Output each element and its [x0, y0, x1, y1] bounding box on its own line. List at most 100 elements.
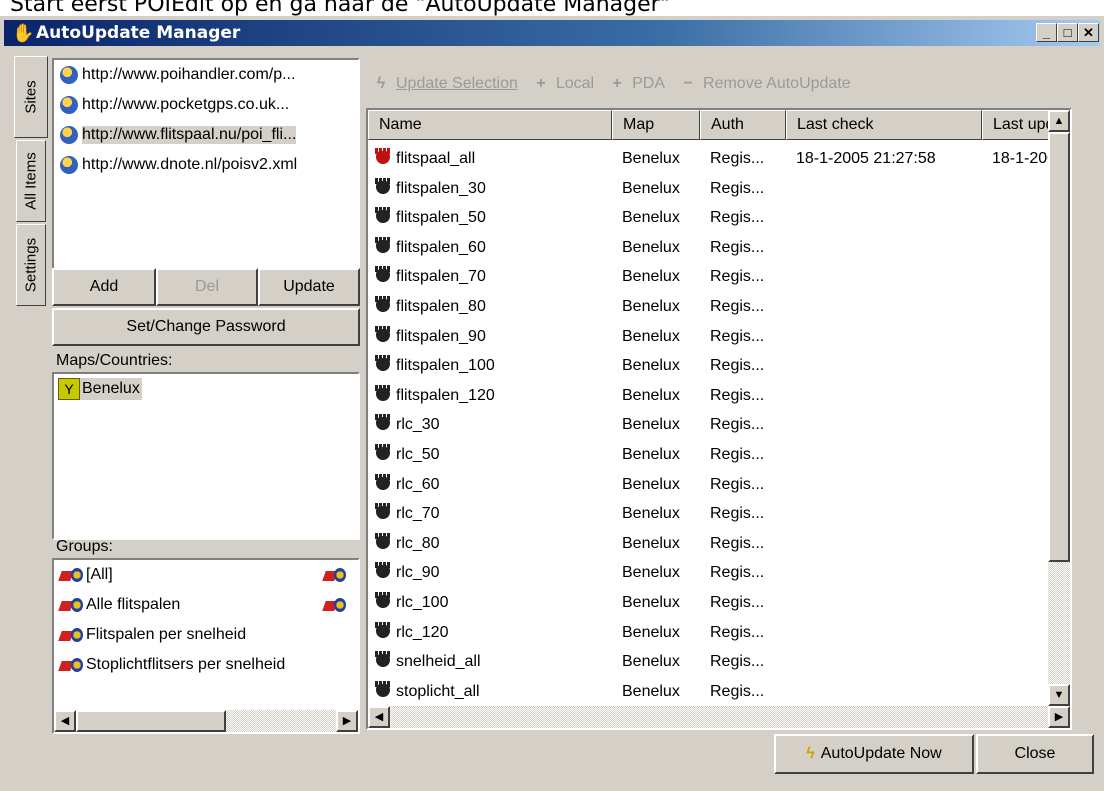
cell-name: flitspalen_100	[374, 351, 612, 381]
site-item[interactable]: http://www.poihandler.com/p...	[54, 60, 358, 90]
group-icon	[60, 596, 84, 614]
set-password-button[interactable]: Set/Change Password	[52, 308, 360, 346]
cell-name: rlc_70	[374, 499, 612, 529]
group-item[interactable]: Stoplichtflitsers per snelheid	[54, 650, 358, 680]
close-button[interactable]: Close	[976, 734, 1094, 774]
hand-icon	[374, 680, 392, 699]
cell-auth: Regis...	[710, 653, 765, 671]
table-row[interactable]: rlc_70 Benelux Regis...	[368, 499, 1048, 529]
update-site-button[interactable]: Update	[258, 268, 360, 306]
table-row[interactable]: flitspalen_100 Benelux Regis...	[368, 351, 1048, 381]
hand-icon	[374, 236, 392, 255]
table-row[interactable]: flitspaal_all Benelux Regis... 18-1-2005 21…	[368, 144, 1050, 174]
lightning-icon: ϟ	[376, 75, 386, 92]
table-row[interactable]: flitspalen_80 Benelux Regis...	[368, 292, 1048, 322]
column-header-last-check[interactable]: Last check	[786, 110, 982, 140]
table-row[interactable]: rlc_100 Benelux Regis...	[368, 588, 1048, 618]
table-row[interactable]: flitspalen_50 Benelux Regis...	[368, 203, 1048, 233]
autoupdate-now-button[interactable]: ϟ AutoUpdate Now	[774, 734, 974, 774]
maps-list[interactable]: Y Benelux	[52, 372, 360, 540]
minimize-button[interactable]: _	[1036, 23, 1057, 42]
remove-autoupdate-button[interactable]: − Remove AutoUpdate	[679, 75, 850, 93]
table-row[interactable]: snelheid_all Benelux Regis...	[368, 647, 1048, 677]
hand-icon	[374, 503, 392, 521]
table-row[interactable]: flitspalen_90 Benelux Regis...	[368, 322, 1048, 352]
table-row[interactable]: stoplicht_all Benelux Regis...	[368, 677, 1048, 707]
table-row[interactable]: rlc_80 Benelux Regis...	[368, 529, 1048, 559]
tab-settings[interactable]: Settings	[16, 224, 46, 306]
cell-map: Benelux	[622, 179, 680, 197]
scroll-left-icon[interactable]: ◀	[54, 710, 76, 732]
tab-all-items[interactable]: All Items	[16, 140, 46, 222]
cell-auth: Regis...	[710, 209, 765, 227]
scroll-up-icon[interactable]: ▲	[1048, 110, 1070, 132]
cell-auth: Regis...	[710, 238, 765, 256]
table-row[interactable]: rlc_50 Benelux Regis...	[368, 440, 1048, 470]
scroll-right-icon[interactable]: ▶	[1048, 706, 1070, 728]
cell-name: flitspalen_90	[374, 322, 612, 352]
cell-auth: Regis...	[710, 682, 765, 700]
delete-site-button[interactable]: Del	[156, 268, 258, 306]
table-row[interactable]: rlc_30 Benelux Regis...	[368, 410, 1048, 440]
hand-icon	[374, 621, 392, 640]
group-item[interactable]: Flitspalen per snelheid	[54, 620, 358, 650]
cell-map: Benelux	[622, 150, 680, 167]
cell-auth: Regis...	[710, 268, 765, 286]
hand-icon	[374, 325, 392, 344]
update-selection-button[interactable]: ϟ Update Selection	[372, 75, 518, 93]
grid-hscrollbar[interactable]: ◀ ▶	[368, 706, 1070, 728]
column-header-name[interactable]: Name	[368, 110, 612, 140]
site-item-selected[interactable]: http://www.flitspaal.nu/poi_fli...	[54, 120, 358, 150]
column-header-auth[interactable]: Auth	[700, 110, 786, 140]
window-title: AutoUpdate Manager	[36, 23, 241, 43]
close-window-button[interactable]: ✕	[1078, 23, 1099, 42]
site-item[interactable]: http://www.pocketgps.co.uk...	[54, 90, 358, 120]
map-item[interactable]: Y Benelux	[58, 378, 142, 400]
cell-name: stoplicht_all	[374, 677, 612, 707]
table-row[interactable]: flitspalen_70 Benelux Regis...	[368, 262, 1048, 292]
add-site-button[interactable]: Add	[52, 268, 156, 306]
scroll-left-icon[interactable]: ◀	[368, 706, 390, 728]
items-grid[interactable]: Name Map Auth Last check Last upda flits…	[366, 108, 1072, 730]
pda-button[interactable]: + PDA	[608, 75, 665, 93]
hand-icon	[374, 651, 392, 669]
cell-map: Benelux	[622, 475, 680, 493]
groups-hscrollbar[interactable]: ◀ ▶	[54, 710, 358, 732]
group-item[interactable]: Alle flitspalen	[54, 590, 358, 620]
minus-icon: −	[683, 75, 693, 92]
table-row[interactable]: rlc_120 Benelux Regis...	[368, 618, 1048, 648]
hand-icon	[374, 384, 392, 403]
scroll-thumb[interactable]	[76, 710, 226, 732]
table-row[interactable]: rlc_60 Benelux Regis...	[368, 470, 1048, 500]
table-row[interactable]: rlc_90 Benelux Regis...	[368, 558, 1048, 588]
table-row[interactable]: flitspalen_120 Benelux Regis...	[368, 381, 1048, 411]
maximize-button[interactable]: □	[1057, 23, 1078, 42]
cell-auth: Regis...	[710, 150, 765, 167]
group-item[interactable]: [All]	[54, 560, 358, 590]
cell-map: Benelux	[622, 534, 680, 552]
cell-auth: Regis...	[710, 564, 765, 582]
local-button[interactable]: + Local	[532, 75, 594, 93]
sites-list[interactable]: http://www.poihandler.com/p... http://ww…	[52, 58, 360, 270]
tab-sites[interactable]: Sites	[14, 56, 48, 138]
site-item[interactable]: http://www.dnote.nl/poisv2.xml	[54, 150, 358, 180]
map-icon: Y	[58, 378, 80, 400]
table-row[interactable]: flitspalen_30 Benelux Regis...	[368, 174, 1048, 204]
cell-name: rlc_90	[374, 558, 612, 588]
grid-scroll-thumb[interactable]	[1048, 132, 1070, 562]
table-row[interactable]: flitspalen_60 Benelux Regis...	[368, 233, 1048, 263]
cell-map: Benelux	[622, 682, 680, 700]
cell-map: Benelux	[622, 623, 680, 641]
cell-name: snelheid_all	[374, 647, 612, 677]
cell-auth: Regis...	[710, 357, 765, 375]
scroll-right-icon[interactable]: ▶	[336, 710, 358, 732]
scroll-down-icon[interactable]: ▼	[1048, 684, 1070, 706]
cell-name: flitspalen_70	[374, 262, 612, 292]
grid-vscrollbar[interactable]: ▲ ▼	[1048, 110, 1070, 706]
cell-map: Benelux	[622, 416, 680, 434]
cell-auth: Regis...	[710, 179, 765, 197]
cell-map: Benelux	[622, 327, 680, 345]
column-header-map[interactable]: Map	[612, 110, 700, 140]
cell-name: rlc_30	[374, 410, 612, 440]
groups-list[interactable]: [All] Alle flitspalen Flitspalen per sne…	[52, 558, 360, 734]
